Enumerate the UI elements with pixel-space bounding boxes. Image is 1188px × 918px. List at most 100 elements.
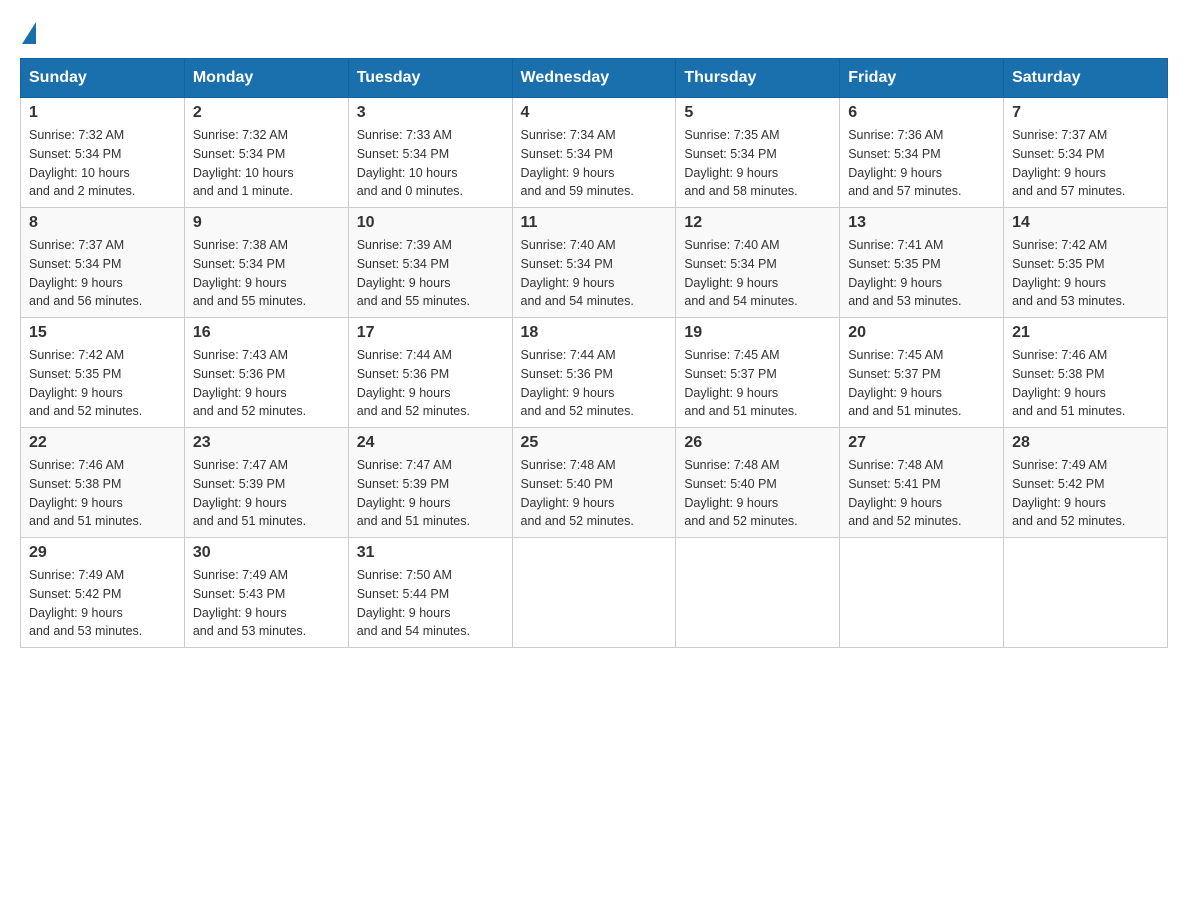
day-info: Sunrise: 7:39 AMSunset: 5:34 PMDaylight:… xyxy=(357,236,504,311)
day-cell-23: 23 Sunrise: 7:47 AMSunset: 5:39 PMDayligh… xyxy=(184,428,348,538)
day-number: 18 xyxy=(521,324,668,342)
week-row-5: 29Sunrise: 7:49 AMSunset: 5:42 PMDayligh… xyxy=(21,538,1168,648)
day-number: 13 xyxy=(848,214,995,232)
week-row-3: 15 Sunrise: 7:42 AMSunset: 5:35 PMDayligh… xyxy=(21,318,1168,428)
day-info: Sunrise: 7:32 AMSunset: 5:34 PMDaylight:… xyxy=(29,126,176,201)
day-number: 25 xyxy=(521,434,668,452)
day-cell-7: 7 Sunrise: 7:37 AMSunset: 5:34 PMDaylight… xyxy=(1004,98,1168,208)
day-cell-1: 1 Sunrise: 7:32 AMSunset: 5:34 PMDaylight… xyxy=(21,98,185,208)
day-number: 21 xyxy=(1012,324,1159,342)
day-cell-5: 5 Sunrise: 7:35 AMSunset: 5:34 PMDaylight… xyxy=(676,98,840,208)
day-number: 28 xyxy=(1012,434,1159,452)
day-cell-19: 19Sunrise: 7:45 AMSunset: 5:37 PMDayligh… xyxy=(676,318,840,428)
logo xyxy=(20,20,36,40)
week-row-2: 8Sunrise: 7:37 AMSunset: 5:34 PMDaylight… xyxy=(21,208,1168,318)
day-cell-24: 24 Sunrise: 7:47 AMSunset: 5:39 PMDayligh… xyxy=(348,428,512,538)
day-cell-4: 4 Sunrise: 7:34 AMSunset: 5:34 PMDaylight… xyxy=(512,98,676,208)
header-tuesday: Tuesday xyxy=(348,59,512,98)
empty-cell xyxy=(840,538,1004,648)
day-cell-11: 11 Sunrise: 7:40 AMSunset: 5:34 PMDayligh… xyxy=(512,208,676,318)
day-info: Sunrise: 7:38 AMSunset: 5:34 PMDaylight:… xyxy=(193,236,340,311)
day-number: 16 xyxy=(193,324,340,342)
day-info: Sunrise: 7:48 AMSunset: 5:41 PMDaylight:… xyxy=(848,456,995,531)
day-number: 3 xyxy=(357,104,504,122)
day-info: Sunrise: 7:44 AMSunset: 5:36 PMDaylight:… xyxy=(521,346,668,421)
day-number: 9 xyxy=(193,214,340,232)
empty-cell xyxy=(1004,538,1168,648)
day-info: Sunrise: 7:42 AMSunset: 5:35 PMDaylight:… xyxy=(29,346,176,421)
day-cell-27: 27 Sunrise: 7:48 AMSunset: 5:41 PMDayligh… xyxy=(840,428,1004,538)
day-cell-8: 8Sunrise: 7:37 AMSunset: 5:34 PMDaylight… xyxy=(21,208,185,318)
day-cell-22: 22Sunrise: 7:46 AMSunset: 5:38 PMDayligh… xyxy=(21,428,185,538)
day-cell-3: 3 Sunrise: 7:33 AMSunset: 5:34 PMDaylight… xyxy=(348,98,512,208)
logo-triangle-icon xyxy=(22,22,36,44)
day-number: 6 xyxy=(848,104,995,122)
day-info: Sunrise: 7:49 AMSunset: 5:43 PMDaylight:… xyxy=(193,566,340,641)
day-number: 26 xyxy=(684,434,831,452)
day-info: Sunrise: 7:34 AMSunset: 5:34 PMDaylight:… xyxy=(521,126,668,201)
day-number: 10 xyxy=(357,214,504,232)
day-number: 4 xyxy=(521,104,668,122)
day-cell-18: 18 Sunrise: 7:44 AMSunset: 5:36 PMDayligh… xyxy=(512,318,676,428)
day-info: Sunrise: 7:42 AMSunset: 5:35 PMDaylight:… xyxy=(1012,236,1159,311)
day-info: Sunrise: 7:47 AMSunset: 5:39 PMDaylight:… xyxy=(193,456,340,531)
day-number: 23 xyxy=(193,434,340,452)
week-row-1: 1 Sunrise: 7:32 AMSunset: 5:34 PMDaylight… xyxy=(21,98,1168,208)
day-number: 30 xyxy=(193,544,340,562)
calendar-table: SundayMondayTuesdayWednesdayThursdayFrid… xyxy=(20,58,1168,648)
day-number: 8 xyxy=(29,214,176,232)
day-cell-20: 20 Sunrise: 7:45 AMSunset: 5:37 PMDayligh… xyxy=(840,318,1004,428)
day-cell-12: 12Sunrise: 7:40 AMSunset: 5:34 PMDayligh… xyxy=(676,208,840,318)
day-cell-15: 15 Sunrise: 7:42 AMSunset: 5:35 PMDayligh… xyxy=(21,318,185,428)
day-cell-25: 25 Sunrise: 7:48 AMSunset: 5:40 PMDayligh… xyxy=(512,428,676,538)
day-number: 31 xyxy=(357,544,504,562)
page-header xyxy=(20,20,1168,40)
day-cell-29: 29Sunrise: 7:49 AMSunset: 5:42 PMDayligh… xyxy=(21,538,185,648)
day-number: 5 xyxy=(684,104,831,122)
day-info: Sunrise: 7:49 AMSunset: 5:42 PMDaylight:… xyxy=(1012,456,1159,531)
day-info: Sunrise: 7:40 AMSunset: 5:34 PMDaylight:… xyxy=(521,236,668,311)
day-cell-10: 10 Sunrise: 7:39 AMSunset: 5:34 PMDayligh… xyxy=(348,208,512,318)
day-number: 29 xyxy=(29,544,176,562)
day-number: 1 xyxy=(29,104,176,122)
day-cell-28: 28 Sunrise: 7:49 AMSunset: 5:42 PMDayligh… xyxy=(1004,428,1168,538)
day-cell-9: 9 Sunrise: 7:38 AMSunset: 5:34 PMDaylight… xyxy=(184,208,348,318)
header-friday: Friday xyxy=(840,59,1004,98)
day-number: 11 xyxy=(521,214,668,232)
day-info: Sunrise: 7:46 AMSunset: 5:38 PMDaylight:… xyxy=(1012,346,1159,421)
day-info: Sunrise: 7:40 AMSunset: 5:34 PMDaylight:… xyxy=(684,236,831,311)
day-info: Sunrise: 7:41 AMSunset: 5:35 PMDaylight:… xyxy=(848,236,995,311)
day-number: 15 xyxy=(29,324,176,342)
day-number: 2 xyxy=(193,104,340,122)
day-info: Sunrise: 7:44 AMSunset: 5:36 PMDaylight:… xyxy=(357,346,504,421)
day-cell-31: 31 Sunrise: 7:50 AMSunset: 5:44 PMDayligh… xyxy=(348,538,512,648)
day-number: 14 xyxy=(1012,214,1159,232)
day-info: Sunrise: 7:37 AMSunset: 5:34 PMDaylight:… xyxy=(1012,126,1159,201)
day-info: Sunrise: 7:45 AMSunset: 5:37 PMDaylight:… xyxy=(848,346,995,421)
day-number: 24 xyxy=(357,434,504,452)
day-info: Sunrise: 7:33 AMSunset: 5:34 PMDaylight:… xyxy=(357,126,504,201)
header-thursday: Thursday xyxy=(676,59,840,98)
header-monday: Monday xyxy=(184,59,348,98)
week-row-4: 22Sunrise: 7:46 AMSunset: 5:38 PMDayligh… xyxy=(21,428,1168,538)
day-cell-30: 30 Sunrise: 7:49 AMSunset: 5:43 PMDayligh… xyxy=(184,538,348,648)
day-number: 27 xyxy=(848,434,995,452)
day-info: Sunrise: 7:50 AMSunset: 5:44 PMDaylight:… xyxy=(357,566,504,641)
day-info: Sunrise: 7:43 AMSunset: 5:36 PMDaylight:… xyxy=(193,346,340,421)
day-info: Sunrise: 7:47 AMSunset: 5:39 PMDaylight:… xyxy=(357,456,504,531)
day-cell-2: 2 Sunrise: 7:32 AMSunset: 5:34 PMDaylight… xyxy=(184,98,348,208)
day-cell-14: 14 Sunrise: 7:42 AMSunset: 5:35 PMDayligh… xyxy=(1004,208,1168,318)
day-cell-13: 13 Sunrise: 7:41 AMSunset: 5:35 PMDayligh… xyxy=(840,208,1004,318)
day-number: 22 xyxy=(29,434,176,452)
empty-cell xyxy=(512,538,676,648)
day-info: Sunrise: 7:35 AMSunset: 5:34 PMDaylight:… xyxy=(684,126,831,201)
day-cell-16: 16 Sunrise: 7:43 AMSunset: 5:36 PMDayligh… xyxy=(184,318,348,428)
day-info: Sunrise: 7:32 AMSunset: 5:34 PMDaylight:… xyxy=(193,126,340,201)
day-number: 7 xyxy=(1012,104,1159,122)
header-saturday: Saturday xyxy=(1004,59,1168,98)
day-number: 20 xyxy=(848,324,995,342)
day-cell-17: 17Sunrise: 7:44 AMSunset: 5:36 PMDayligh… xyxy=(348,318,512,428)
day-number: 19 xyxy=(684,324,831,342)
day-info: Sunrise: 7:48 AMSunset: 5:40 PMDaylight:… xyxy=(521,456,668,531)
calendar-header-row: SundayMondayTuesdayWednesdayThursdayFrid… xyxy=(21,59,1168,98)
